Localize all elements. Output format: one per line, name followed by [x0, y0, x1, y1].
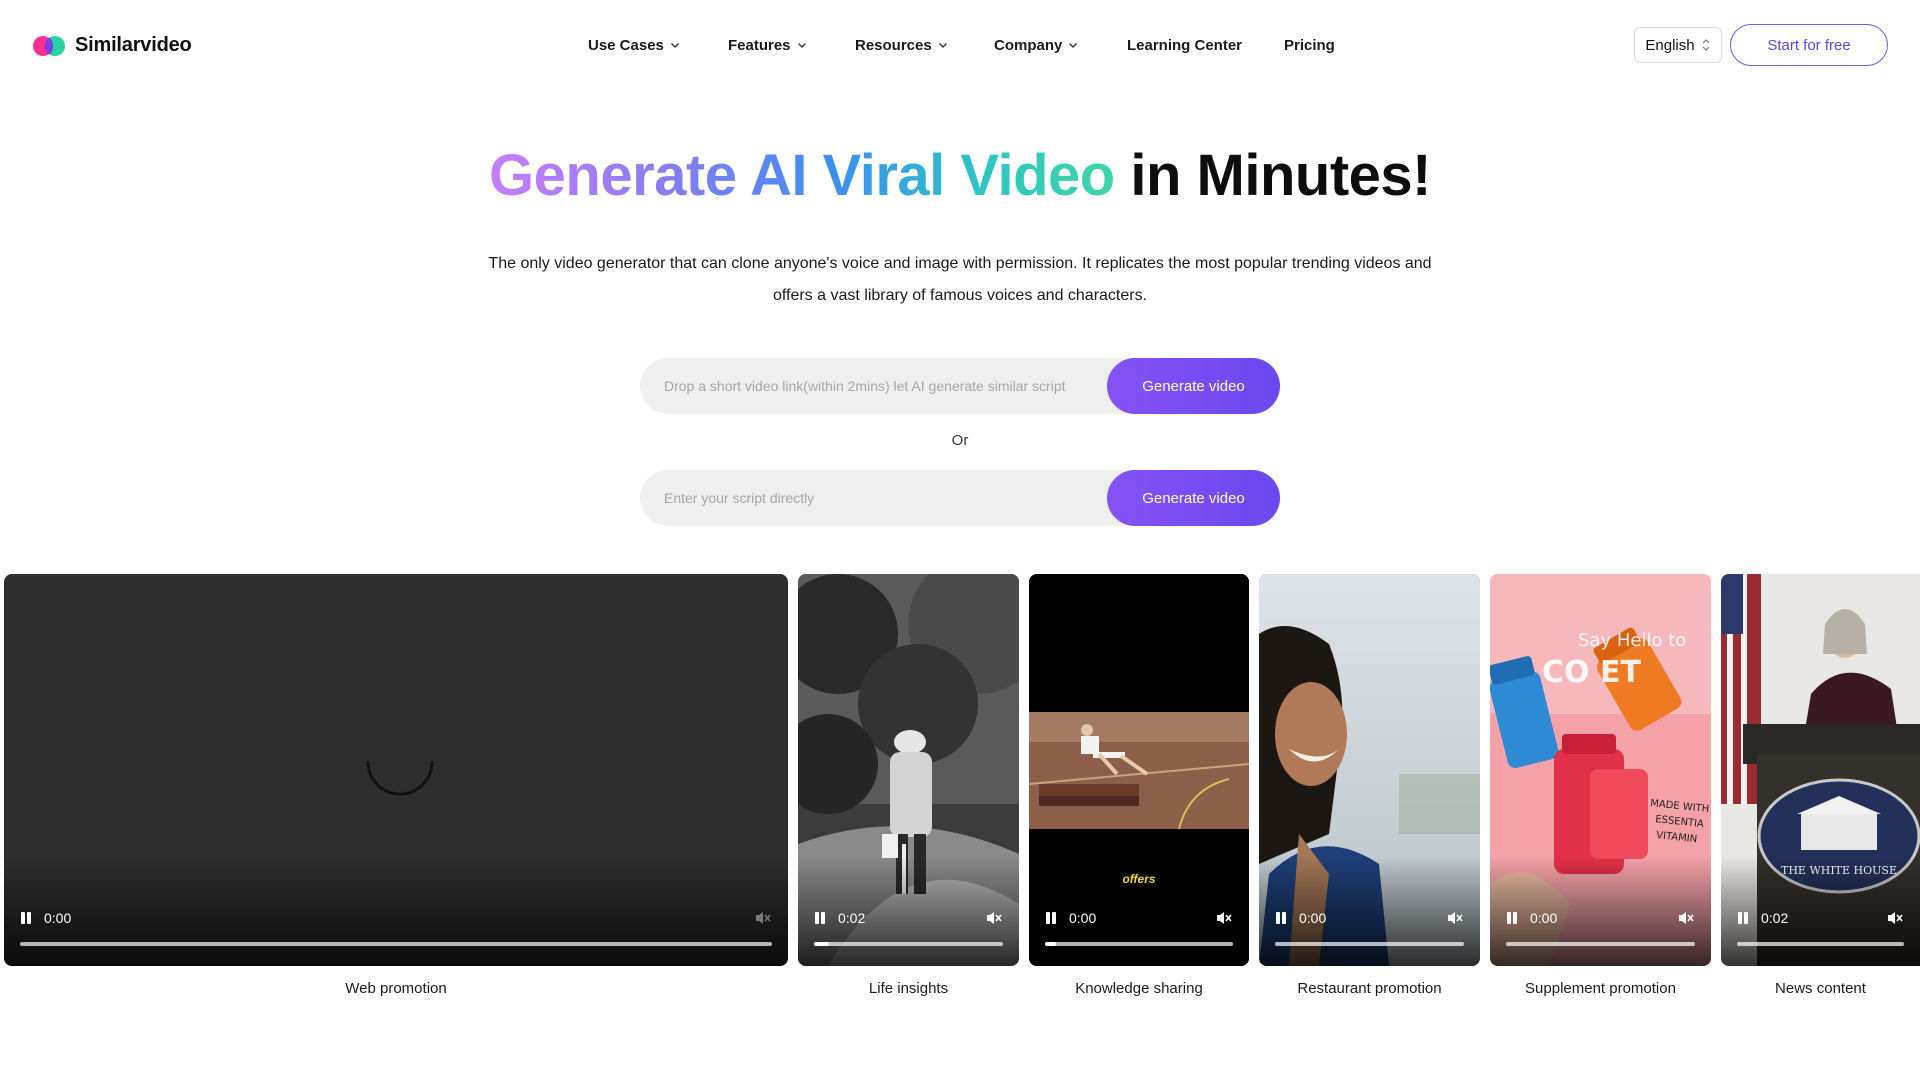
video-caption: Web promotion — [345, 980, 447, 997]
video-card-knowledge-sharing[interactable]: offers 0:00 — [1029, 574, 1249, 966]
hero-title-plain: in Minutes! — [1130, 143, 1431, 208]
video-card-life-insights[interactable]: 0:02 — [798, 574, 1019, 966]
nav-item-resources[interactable]: Resources — [855, 37, 949, 54]
muted-speaker-icon[interactable] — [1446, 910, 1464, 926]
video-caption: Knowledge sharing — [1075, 980, 1203, 997]
video-card-web-promotion[interactable]: 0:00 — [4, 574, 788, 966]
site-header: Similarvideo Use Cases Features Resource… — [0, 0, 1920, 90]
hero-subtitle: The only video generator that can clone … — [488, 255, 1432, 304]
video-time: 0:00 — [44, 910, 72, 926]
nav-item-use-cases[interactable]: Use Cases — [588, 37, 681, 54]
video-controls: 0:00 — [1045, 908, 1233, 928]
script-form: Generate video — [640, 470, 1280, 526]
video-caption: Life insights — [868, 980, 949, 997]
video-card-restaurant-promotion[interactable]: 0:00 — [1259, 574, 1480, 966]
video-progress-bar[interactable] — [814, 942, 1003, 946]
nav-item-label: Features — [728, 36, 791, 54]
nav-item-features[interactable]: Features — [728, 37, 808, 54]
svg-text:CO ET: CO ET — [1542, 655, 1641, 690]
video-controls: 0:00 — [20, 908, 772, 928]
pause-icon[interactable] — [20, 911, 32, 925]
video-progress-bar[interactable] — [1045, 942, 1233, 946]
chevron-down-icon — [669, 39, 681, 51]
nav-item-label: Use Cases — [588, 36, 664, 54]
nav-item-label: Company — [994, 36, 1063, 54]
chevron-down-icon — [937, 39, 949, 51]
language-label: English — [1645, 36, 1695, 54]
start-for-free-button[interactable]: Start for free — [1730, 24, 1888, 66]
video-progress-bar[interactable] — [1506, 942, 1695, 946]
nav-item-label: Learning Center — [1127, 36, 1243, 54]
pause-icon[interactable] — [1045, 911, 1057, 925]
video-time: 0:02 — [1761, 910, 1789, 926]
nav-item-company[interactable]: Company — [994, 37, 1079, 54]
video-controls: 0:02 — [814, 908, 1003, 928]
muted-speaker-icon[interactable] — [754, 910, 772, 926]
video-time: 0:00 — [1530, 910, 1558, 926]
video-controls: 0:02 — [1737, 908, 1904, 928]
logo-icon — [33, 35, 65, 56]
nav-item-learning-center[interactable]: Learning Center — [1127, 37, 1242, 54]
video-progress-bar[interactable] — [20, 942, 772, 946]
video-card-news-content[interactable]: THE WHITE HOUSE 0:02 — [1721, 574, 1920, 966]
nav-item-label: Pricing — [1284, 36, 1335, 54]
video-time: 0:02 — [838, 910, 866, 926]
brand-logo[interactable]: Similarvideo — [33, 34, 192, 57]
nav-item-label: Resources — [855, 36, 932, 54]
generate-video-from-link-button[interactable]: Generate video — [1107, 358, 1280, 414]
svg-text:Say Hello to: Say Hello to — [1578, 630, 1686, 651]
video-controls: 0:00 — [1506, 908, 1695, 928]
hero-title: Generate AI Viral Video in Minutes! — [0, 142, 1920, 209]
language-select[interactable]: English — [1634, 27, 1722, 63]
video-link-input[interactable] — [640, 358, 1107, 414]
video-caption: News content — [1775, 980, 1866, 997]
muted-speaker-icon[interactable] — [1215, 910, 1233, 926]
or-divider: Or — [951, 432, 969, 449]
video-card-supplement-promotion[interactable]: MADE WITH A ESSENTIA VITAMIN Say Hello t… — [1490, 574, 1711, 966]
video-time: 0:00 — [1299, 910, 1327, 926]
video-link-form: Generate video — [640, 358, 1280, 414]
pause-icon[interactable] — [1506, 911, 1518, 925]
pause-icon[interactable] — [1737, 911, 1749, 925]
muted-speaker-icon[interactable] — [985, 910, 1003, 926]
script-input[interactable] — [640, 470, 1107, 526]
video-progress-bar[interactable] — [1737, 942, 1904, 946]
video-controls: 0:00 — [1275, 908, 1464, 928]
chevron-updown-icon — [1701, 38, 1711, 52]
progress-fill — [814, 942, 830, 946]
chevron-down-icon — [796, 39, 808, 51]
generate-video-from-script-button[interactable]: Generate video — [1107, 470, 1280, 526]
progress-fill — [1045, 942, 1057, 946]
video-gallery: 0:00 0:02 offers 0:00 0:00 MADE WITH ESS… — [0, 574, 1920, 1004]
pause-icon[interactable] — [1275, 911, 1287, 925]
brand-name: Similarvideo — [75, 34, 192, 56]
muted-speaker-icon[interactable] — [1886, 910, 1904, 926]
chevron-down-icon — [1067, 39, 1079, 51]
nav-item-pricing[interactable]: Pricing — [1284, 37, 1335, 54]
hero-title-gradient: Generate AI Viral Video — [489, 143, 1115, 208]
video-progress-bar[interactable] — [1275, 942, 1464, 946]
pause-icon[interactable] — [814, 911, 826, 925]
video-caption-overlay: offers — [1122, 872, 1156, 886]
loading-spinner-icon — [366, 760, 434, 796]
video-caption: Supplement promotion — [1525, 980, 1676, 997]
video-caption: Restaurant promotion — [1297, 980, 1442, 997]
video-time: 0:00 — [1069, 910, 1097, 926]
muted-speaker-icon[interactable] — [1677, 910, 1695, 926]
